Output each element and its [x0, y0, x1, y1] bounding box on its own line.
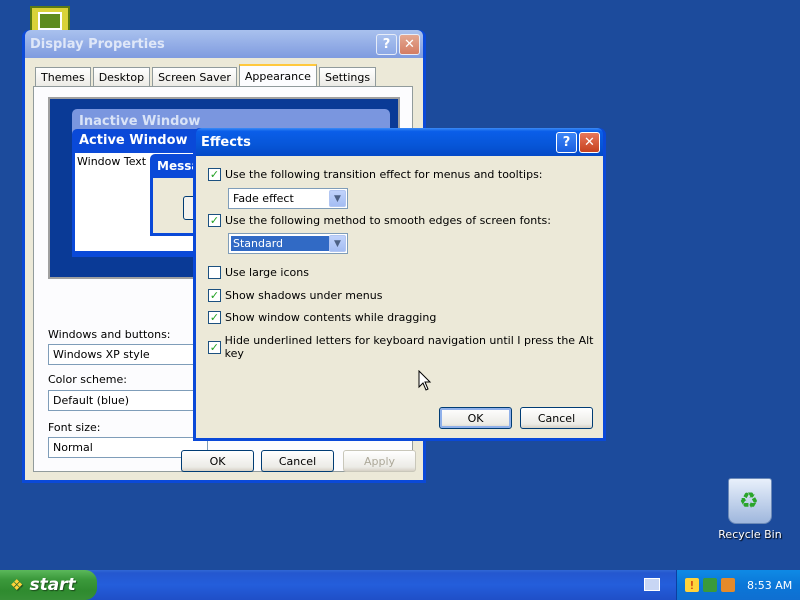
- option-drag-contents-label: Show window contents while dragging: [225, 311, 437, 324]
- transition-effect-value: Fade effect: [233, 192, 294, 205]
- recycle-bin-label: Recycle Bin: [718, 528, 782, 541]
- option-drag-contents[interactable]: ✓ Show window contents while dragging: [208, 311, 436, 324]
- checkbox-large-icons[interactable]: [208, 266, 221, 279]
- search-icon[interactable]: [721, 578, 735, 592]
- windows-flag-icon: ❖: [10, 576, 24, 594]
- help-button[interactable]: ?: [376, 34, 397, 55]
- effects-help-button[interactable]: ?: [556, 132, 577, 153]
- network-icon[interactable]: [703, 578, 717, 592]
- mouse-cursor-icon: [418, 370, 432, 391]
- effects-title: Effects: [201, 134, 251, 150]
- checkbox-drag-contents[interactable]: ✓: [208, 311, 221, 324]
- option-large-icons[interactable]: Use large icons: [208, 266, 309, 279]
- tab-themes[interactable]: Themes: [35, 67, 91, 86]
- start-button[interactable]: ❖ start: [0, 570, 97, 600]
- security-shield-icon[interactable]: !: [685, 578, 699, 592]
- checkbox-transition-effect[interactable]: ✓: [208, 168, 221, 181]
- display-properties-titlebar[interactable]: Display Properties ? ✕: [25, 30, 423, 58]
- checkbox-menu-shadows[interactable]: ✓: [208, 289, 221, 302]
- checkbox-hide-underlines[interactable]: ✓: [208, 340, 221, 354]
- tab-settings[interactable]: Settings: [318, 67, 377, 86]
- recycle-bin-icon: ♻: [728, 478, 772, 524]
- effects-close-button[interactable]: ✕: [579, 132, 600, 153]
- option-smooth-fonts[interactable]: ✓ Use the following method to smooth edg…: [208, 214, 551, 227]
- dp-ok-button[interactable]: OK: [181, 450, 254, 472]
- help-icon: ?: [382, 37, 391, 52]
- keyboard-icon[interactable]: [644, 578, 660, 591]
- close-button[interactable]: ✕: [399, 34, 420, 55]
- dp-cancel-button[interactable]: Cancel: [261, 450, 334, 472]
- start-label: start: [29, 575, 76, 595]
- tab-desktop[interactable]: Desktop: [92, 67, 151, 86]
- system-tray: ! 8:53 AM: [676, 570, 800, 600]
- font-smoothing-select[interactable]: Standard ▼: [228, 233, 348, 254]
- color-scheme-select[interactable]: Default (blue): [48, 390, 208, 411]
- option-large-icons-label: Use large icons: [225, 266, 309, 279]
- tab-screen-saver[interactable]: Screen Saver: [152, 67, 237, 86]
- close-icon: ✕: [584, 135, 595, 150]
- option-transition-effect[interactable]: ✓ Use the following transition effect fo…: [208, 168, 543, 181]
- option-hide-underlines[interactable]: ✓ Hide underlined letters for keyboard n…: [208, 334, 603, 360]
- dp-apply-button[interactable]: Apply: [343, 450, 416, 472]
- help-icon: ?: [562, 135, 571, 150]
- close-icon: ✕: [404, 37, 415, 52]
- clock[interactable]: 8:53 AM: [747, 579, 792, 592]
- font-size-label: Font size:: [48, 421, 101, 434]
- chevron-down-icon[interactable]: ▼: [329, 235, 346, 252]
- option-smooth-fonts-label: Use the following method to smooth edges…: [225, 214, 551, 227]
- effects-dialog: Effects ? ✕ ✓ Use the following transiti…: [193, 128, 606, 441]
- option-menu-shadows[interactable]: ✓ Show shadows under menus: [208, 289, 382, 302]
- display-properties-title: Display Properties: [30, 36, 165, 52]
- option-menu-shadows-label: Show shadows under menus: [225, 289, 383, 302]
- color-scheme-label: Color scheme:: [48, 373, 127, 386]
- preview-window-text: Window Text: [77, 155, 147, 168]
- recycle-bin[interactable]: ♻ Recycle Bin: [714, 478, 786, 541]
- option-transition-effect-label: Use the following transition effect for …: [225, 168, 543, 181]
- windows-buttons-label: Windows and buttons:: [48, 328, 171, 341]
- option-hide-underlines-label: Hide underlined letters for keyboard nav…: [224, 334, 594, 360]
- chevron-down-icon[interactable]: ▼: [329, 190, 346, 207]
- font-smoothing-value: Standard: [231, 236, 329, 251]
- windows-buttons-select[interactable]: Windows XP style: [48, 344, 208, 365]
- tab-strip: Themes Desktop Screen Saver Appearance S…: [35, 64, 378, 86]
- taskbar: ❖ start ! 8:53 AM: [0, 570, 800, 600]
- effects-cancel-button[interactable]: Cancel: [520, 407, 593, 429]
- checkbox-smooth-fonts[interactable]: ✓: [208, 214, 221, 227]
- transition-effect-select[interactable]: Fade effect ▼: [228, 188, 348, 209]
- effects-titlebar[interactable]: Effects ? ✕: [196, 128, 603, 156]
- effects-ok-button[interactable]: OK: [439, 407, 512, 429]
- tab-appearance[interactable]: Appearance: [238, 64, 317, 86]
